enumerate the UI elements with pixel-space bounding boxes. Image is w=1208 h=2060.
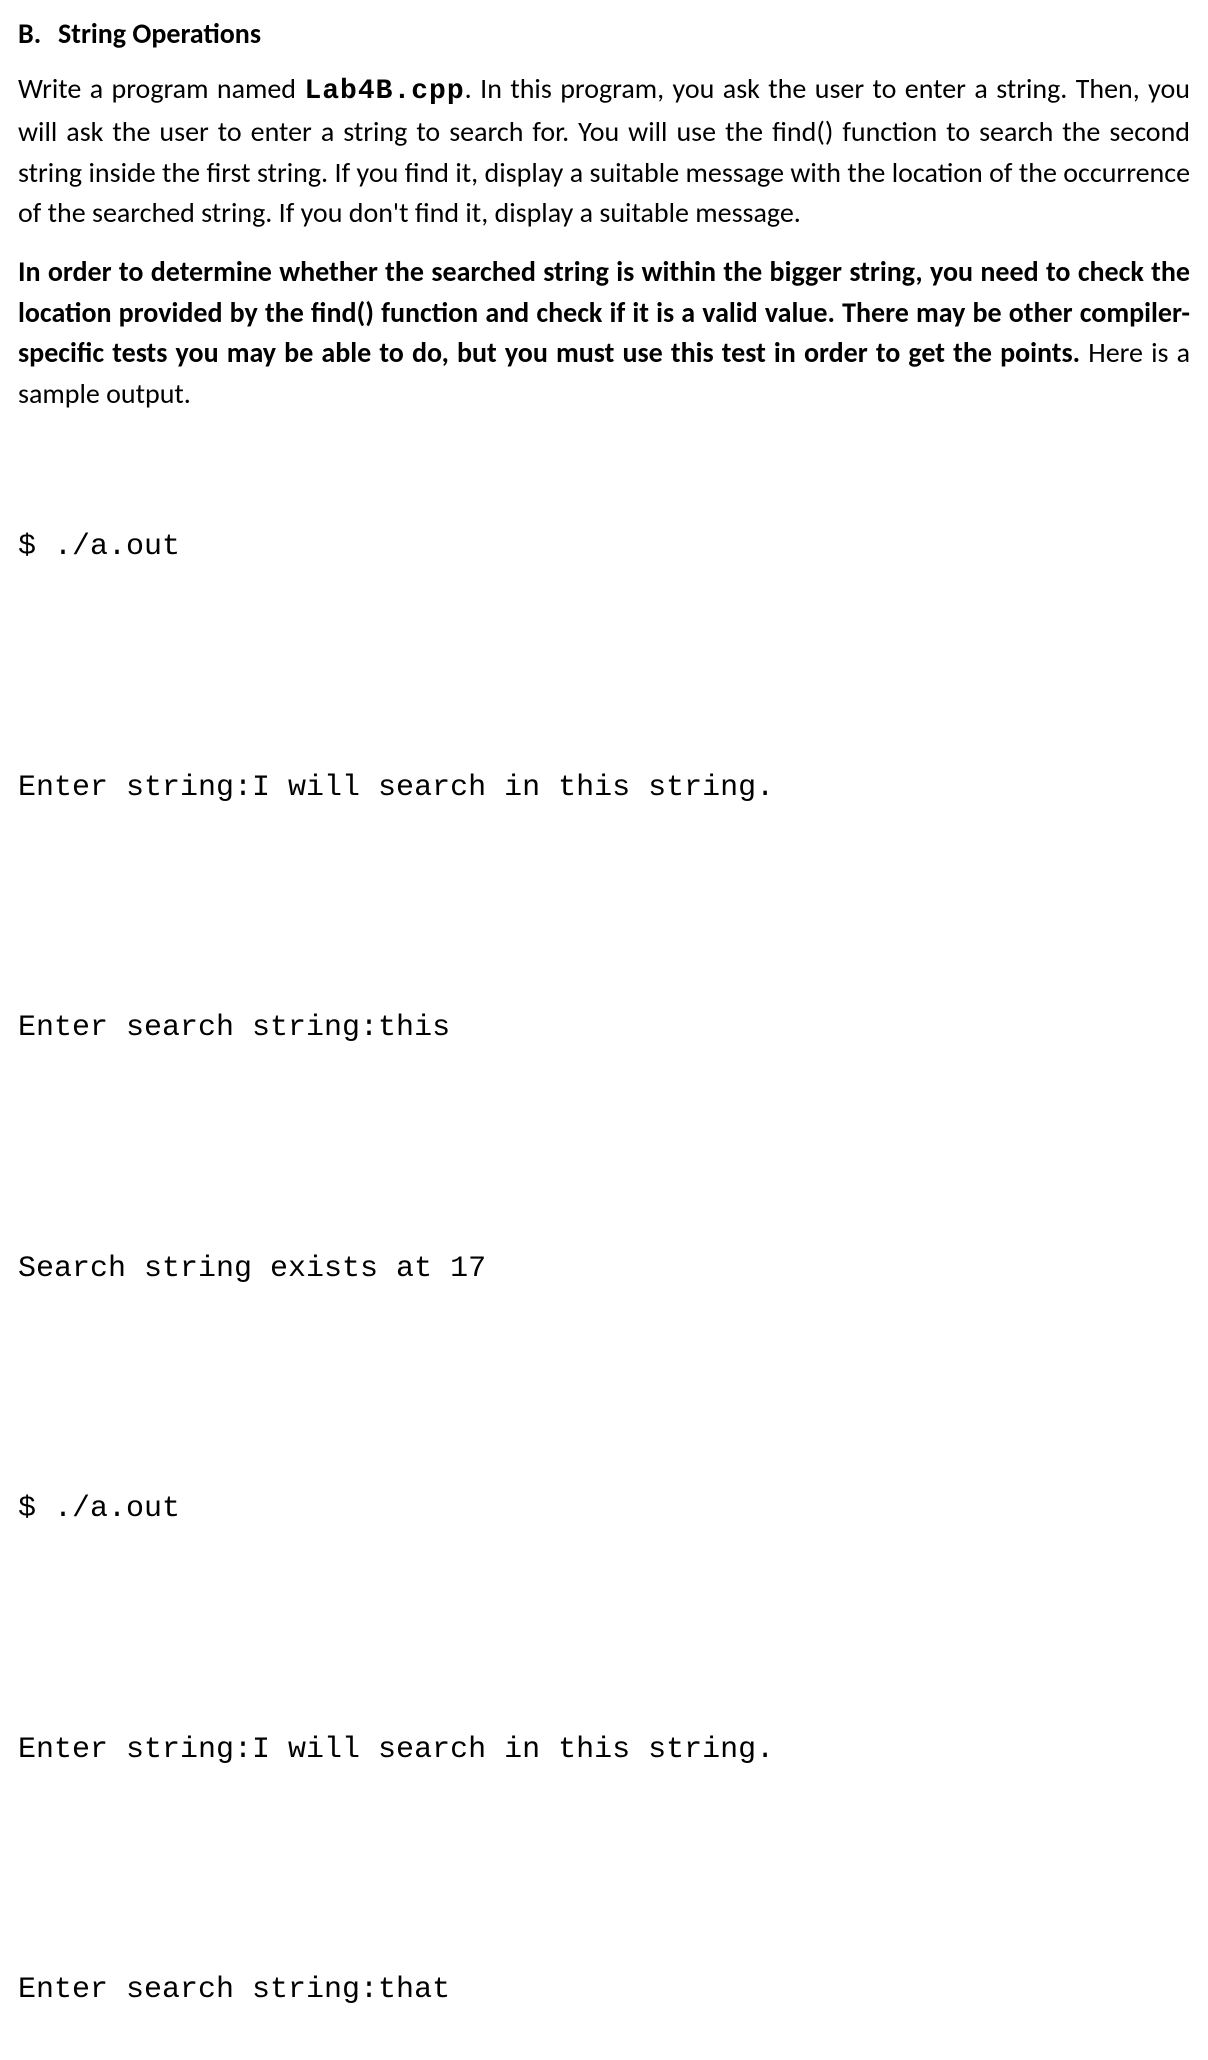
blank-line — [18, 1130, 1190, 1168]
blank-line — [18, 889, 1190, 927]
program-filename: Lab4B.cpp — [304, 76, 464, 107]
blank-line — [18, 649, 1190, 687]
blank-line — [18, 1851, 1190, 1889]
sample-output: $ ./a.out Enter string:I will search in … — [18, 446, 1190, 2060]
terminal-line: Enter search string:this — [18, 1008, 1190, 1049]
blank-line — [18, 1611, 1190, 1649]
terminal-line: Enter search string:that — [18, 1970, 1190, 2011]
terminal-line: Enter string:I will search in this strin… — [18, 768, 1190, 809]
terminal-line: Search string exists at 17 — [18, 1249, 1190, 1290]
section-title: String Operations — [58, 14, 1190, 55]
blank-line — [18, 1370, 1190, 1408]
terminal-line: $ ./a.out — [18, 527, 1190, 568]
section-heading: B. String Operations — [18, 14, 1190, 55]
terminal-line: Enter string:I will search in this strin… — [18, 1730, 1190, 1771]
para1-lead: Write a program named — [18, 71, 304, 106]
instructions-paragraph-1: Write a program named Lab4B.cpp. In this… — [18, 69, 1190, 234]
terminal-line: $ ./a.out — [18, 1489, 1190, 1530]
section-letter: B. — [18, 14, 58, 55]
instructions-paragraph-2: In order to determine whether the search… — [18, 252, 1190, 414]
para2-bold: In order to determine whether the search… — [18, 254, 1190, 370]
assignment-section: B. String Operations Write a program nam… — [18, 14, 1190, 2060]
